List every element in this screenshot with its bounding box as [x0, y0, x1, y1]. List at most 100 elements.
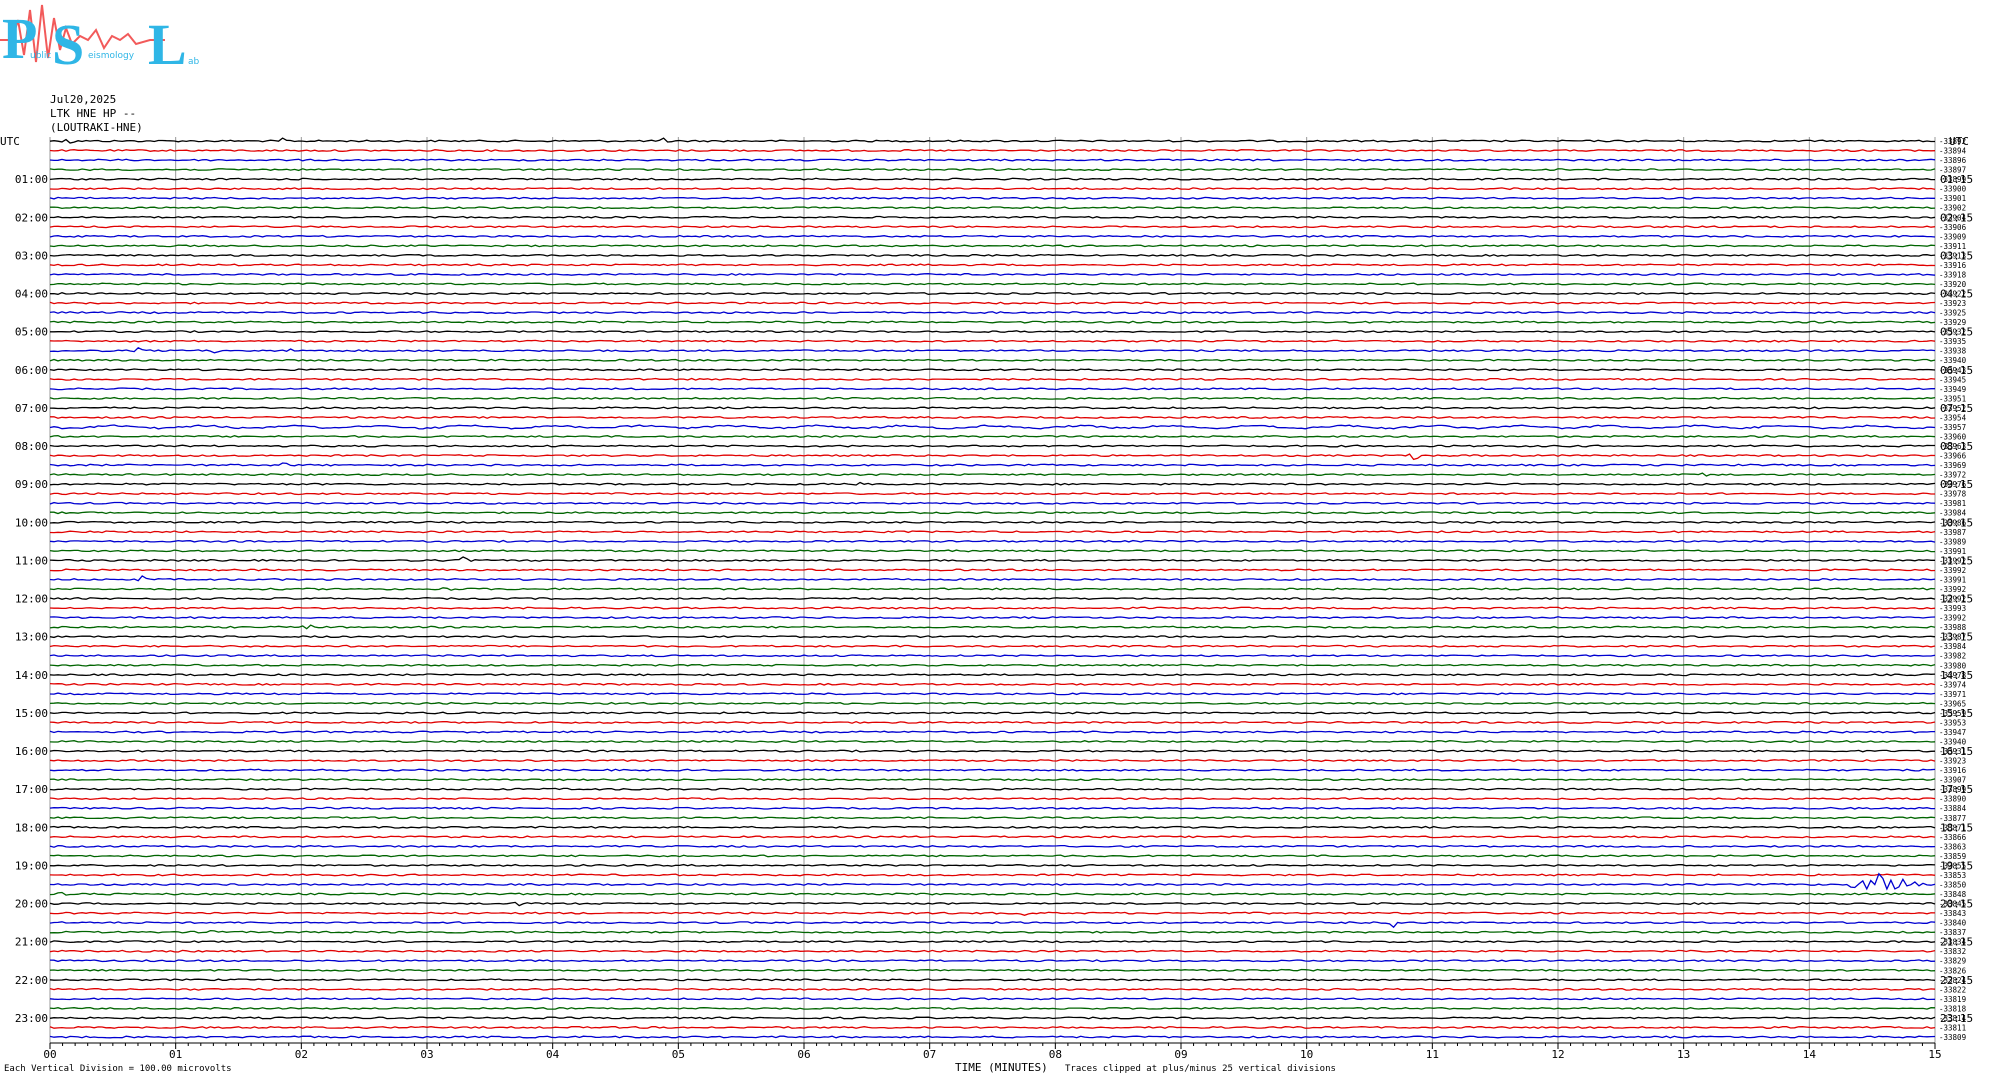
trace-line	[49, 740, 1936, 743]
trace-line	[49, 320, 1936, 324]
trace-line	[49, 462, 1936, 467]
trace-line	[49, 921, 1936, 929]
trace-line	[49, 530, 1936, 534]
trace-line	[49, 244, 1936, 248]
trace-line	[50, 511, 1936, 515]
hour-label-right: 02:15	[1940, 211, 1973, 224]
hour-label-left: 16:00	[15, 745, 48, 758]
hour-label-left: 20:00	[15, 898, 48, 911]
trace-line	[49, 901, 1936, 907]
hour-label-left: 04:00	[15, 288, 48, 301]
trace-line	[49, 787, 1936, 791]
trace-offset-label: -33981	[1939, 499, 1966, 508]
trace-line	[49, 1016, 1936, 1020]
hour-label-right: 23:15	[1940, 1012, 1973, 1025]
x-tick-label: 03	[420, 1048, 433, 1061]
hour-label-right: 09:15	[1940, 478, 1973, 491]
trace-line	[49, 472, 1936, 477]
hour-label-right: 21:15	[1940, 936, 1973, 949]
hour-label-left: 22:00	[15, 974, 48, 987]
trace-line	[49, 987, 1936, 991]
trace-line	[49, 406, 1936, 410]
hour-label-right: 18:15	[1940, 821, 1973, 834]
trace-offset-label: -33829	[1939, 957, 1966, 966]
trace-line	[49, 968, 1936, 972]
trace-line	[49, 568, 1936, 572]
trace-line	[49, 424, 1936, 430]
x-axis-title: TIME (MINUTES)	[955, 1061, 1048, 1074]
trace-line	[49, 844, 1936, 848]
hour-label-right: 01:15	[1940, 173, 1973, 186]
utc-label-right: UTC	[1949, 135, 1969, 148]
trace-line	[49, 635, 1936, 639]
trace-line	[49, 234, 1936, 238]
trace-line	[49, 959, 1936, 963]
x-tick-label: 14	[1803, 1048, 1817, 1061]
trace-line	[49, 597, 1936, 600]
x-tick-label: 04	[546, 1048, 560, 1061]
trace-line	[49, 253, 1936, 257]
trace-line	[50, 415, 1936, 419]
trace-offset-label: -33896	[1939, 156, 1967, 165]
trace-line	[49, 575, 1936, 582]
trace-line	[49, 520, 1936, 524]
trace-offset-label: -33925	[1939, 309, 1966, 318]
hour-label-left: 09:00	[15, 478, 48, 491]
trace-line	[49, 396, 1936, 400]
trace-line	[49, 549, 1935, 553]
x-tick-label: 12	[1551, 1048, 1564, 1061]
trace-line	[49, 301, 1936, 305]
hour-label-right: 20:15	[1940, 898, 1973, 911]
hour-label-left: 17:00	[15, 783, 48, 796]
trace-line	[49, 873, 1936, 877]
trace-line	[49, 587, 1936, 591]
trace-offset-label: -33884	[1939, 804, 1967, 813]
hour-label-right: 04:15	[1940, 288, 1973, 301]
hour-label-left: 11:00	[15, 554, 48, 567]
trace-line	[49, 911, 1936, 916]
trace-offset-label: -33918	[1939, 270, 1967, 279]
hour-label-left: 18:00	[15, 821, 48, 834]
hour-label-left: 19:00	[15, 859, 48, 872]
hour-label-right: 22:15	[1940, 974, 1973, 987]
hour-label-left: 21:00	[15, 936, 48, 949]
hour-label-left: 23:00	[15, 1012, 48, 1025]
trace-offset-label: -33971	[1939, 690, 1966, 699]
hour-label-left: 06:00	[15, 364, 48, 377]
hour-label-left: 05:00	[15, 326, 48, 339]
trace-line	[49, 539, 1936, 543]
x-tick-label: 07	[923, 1048, 936, 1061]
x-tick-label: 02	[295, 1048, 308, 1061]
trace-offset-label: -33949	[1939, 385, 1966, 394]
trace-offset-label: -33819	[1939, 995, 1966, 1004]
clip-note: Traces clipped at plus/minus 25 vertical…	[1065, 1064, 1336, 1074]
trace-line	[49, 854, 1936, 858]
trace-line	[49, 377, 1936, 381]
trace-line	[49, 835, 1936, 839]
trace-line	[49, 720, 1936, 724]
trace-offset-label: -33809	[1939, 1033, 1966, 1042]
trace-line	[49, 453, 1936, 461]
hour-label-left: 03:00	[15, 249, 48, 262]
hour-label-left: 14:00	[15, 669, 48, 682]
trace-line	[49, 606, 1936, 610]
hour-label-left: 10:00	[15, 516, 48, 529]
trace-line	[49, 749, 1936, 753]
seismic-traces	[49, 137, 1936, 1039]
hour-label-right: 16:15	[1940, 745, 1973, 758]
trace-offset-label: -33916	[1939, 766, 1967, 775]
trace-offset-label: -33989	[1939, 537, 1966, 546]
hour-label-right: 03:15	[1940, 249, 1973, 262]
trace-line	[49, 997, 1936, 1001]
trace-line	[49, 158, 1936, 162]
hour-label-right: 08:15	[1940, 440, 1973, 453]
trace-line	[49, 282, 1936, 286]
hour-label-left: 07:00	[15, 402, 48, 415]
trace-offset-label: -33957	[1939, 423, 1966, 432]
trace-line	[49, 701, 1936, 705]
trace-line	[49, 481, 1936, 486]
utc-label-left: UTC	[0, 135, 20, 148]
division-note: Each Vertical Division = 100.00 microvol…	[4, 1064, 232, 1074]
trace-line	[49, 940, 1936, 944]
trace-offset-label: -33909	[1939, 232, 1966, 241]
